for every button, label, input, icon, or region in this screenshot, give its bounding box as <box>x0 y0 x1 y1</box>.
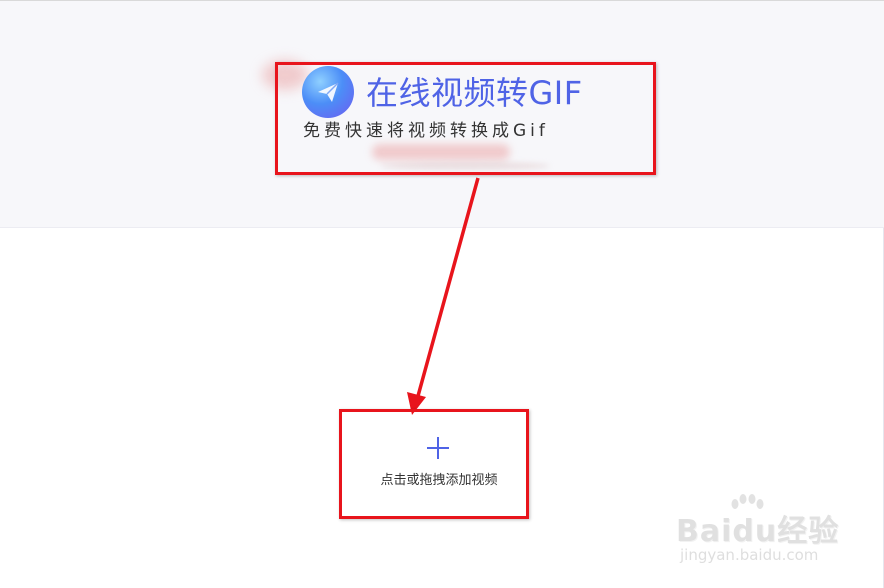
annotation-box-upload <box>339 409 529 519</box>
baidu-watermark: Baidu经验 jingyan.baidu.com <box>672 494 872 574</box>
watermark-url: jingyan.baidu.com <box>680 546 819 564</box>
watermark-brand: Baidu经验 <box>676 514 840 549</box>
page: 在线视频转GIF 免费快速将视频转换成Gif 点击或拖拽添加视频 Baidu经验… <box>0 0 884 588</box>
